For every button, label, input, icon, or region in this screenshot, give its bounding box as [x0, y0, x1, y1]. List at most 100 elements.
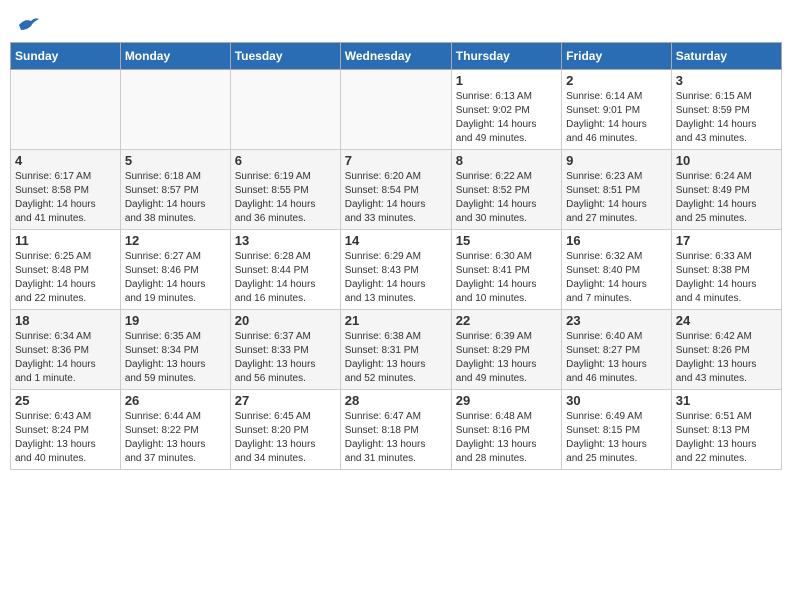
- day-info: Sunrise: 6:23 AM Sunset: 8:51 PM Dayligh…: [566, 170, 667, 226]
- day-number: 6: [235, 153, 336, 168]
- calendar-header: SundayMondayTuesdayWednesdayThursdayFrid…: [11, 43, 782, 70]
- calendar-cell: 10 Sunrise: 6:24 AM Sunset: 8:49 PM Dayli…: [671, 150, 781, 230]
- day-number: 9: [566, 153, 667, 168]
- calendar-cell: 16 Sunrise: 6:32 AM Sunset: 8:40 PM Dayli…: [562, 230, 672, 310]
- day-info: Sunrise: 6:33 AM Sunset: 8:38 PM Dayligh…: [676, 250, 777, 306]
- calendar-cell: 13 Sunrise: 6:28 AM Sunset: 8:44 PM Dayli…: [230, 230, 340, 310]
- day-info: Sunrise: 6:48 AM Sunset: 8:16 PM Dayligh…: [456, 410, 557, 466]
- day-info: Sunrise: 6:22 AM Sunset: 8:52 PM Dayligh…: [456, 170, 557, 226]
- day-number: 10: [676, 153, 777, 168]
- day-number: 25: [15, 393, 116, 408]
- weekday-header-thursday: Thursday: [451, 43, 561, 70]
- day-info: Sunrise: 6:17 AM Sunset: 8:58 PM Dayligh…: [15, 170, 116, 226]
- day-number: 4: [15, 153, 116, 168]
- calendar-cell: [11, 70, 121, 150]
- calendar-cell: 26 Sunrise: 6:44 AM Sunset: 8:22 PM Dayli…: [120, 390, 230, 470]
- day-info: Sunrise: 6:49 AM Sunset: 8:15 PM Dayligh…: [566, 410, 667, 466]
- day-number: 28: [345, 393, 447, 408]
- day-number: 24: [676, 313, 777, 328]
- day-number: 20: [235, 313, 336, 328]
- day-number: 17: [676, 233, 777, 248]
- day-info: Sunrise: 6:28 AM Sunset: 8:44 PM Dayligh…: [235, 250, 336, 306]
- calendar-cell: 11 Sunrise: 6:25 AM Sunset: 8:48 PM Dayli…: [11, 230, 121, 310]
- day-info: Sunrise: 6:43 AM Sunset: 8:24 PM Dayligh…: [15, 410, 116, 466]
- day-info: Sunrise: 6:32 AM Sunset: 8:40 PM Dayligh…: [566, 250, 667, 306]
- calendar-table: SundayMondayTuesdayWednesdayThursdayFrid…: [10, 42, 782, 470]
- calendar-cell: 5 Sunrise: 6:18 AM Sunset: 8:57 PM Daylig…: [120, 150, 230, 230]
- day-info: Sunrise: 6:20 AM Sunset: 8:54 PM Dayligh…: [345, 170, 447, 226]
- day-info: Sunrise: 6:47 AM Sunset: 8:18 PM Dayligh…: [345, 410, 447, 466]
- day-info: Sunrise: 6:39 AM Sunset: 8:29 PM Dayligh…: [456, 330, 557, 386]
- calendar-cell: 7 Sunrise: 6:20 AM Sunset: 8:54 PM Daylig…: [340, 150, 451, 230]
- logo: [15, 15, 39, 32]
- calendar-cell: [120, 70, 230, 150]
- day-number: 18: [15, 313, 116, 328]
- day-info: Sunrise: 6:35 AM Sunset: 8:34 PM Dayligh…: [125, 330, 226, 386]
- day-info: Sunrise: 6:14 AM Sunset: 9:01 PM Dayligh…: [566, 90, 667, 146]
- day-number: 13: [235, 233, 336, 248]
- day-number: 27: [235, 393, 336, 408]
- calendar-week-4: 18 Sunrise: 6:34 AM Sunset: 8:36 PM Dayli…: [11, 310, 782, 390]
- weekday-header-friday: Friday: [562, 43, 672, 70]
- day-number: 14: [345, 233, 447, 248]
- day-number: 26: [125, 393, 226, 408]
- day-number: 2: [566, 73, 667, 88]
- calendar-cell: 4 Sunrise: 6:17 AM Sunset: 8:58 PM Daylig…: [11, 150, 121, 230]
- calendar-cell: 9 Sunrise: 6:23 AM Sunset: 8:51 PM Daylig…: [562, 150, 672, 230]
- calendar-week-5: 25 Sunrise: 6:43 AM Sunset: 8:24 PM Dayli…: [11, 390, 782, 470]
- day-number: 11: [15, 233, 116, 248]
- day-number: 23: [566, 313, 667, 328]
- calendar-cell: 24 Sunrise: 6:42 AM Sunset: 8:26 PM Dayli…: [671, 310, 781, 390]
- day-info: Sunrise: 6:24 AM Sunset: 8:49 PM Dayligh…: [676, 170, 777, 226]
- day-number: 29: [456, 393, 557, 408]
- day-info: Sunrise: 6:40 AM Sunset: 8:27 PM Dayligh…: [566, 330, 667, 386]
- calendar-cell: 3 Sunrise: 6:15 AM Sunset: 8:59 PM Daylig…: [671, 70, 781, 150]
- calendar-cell: 8Sunrise: 6:22 AM Sunset: 8:52 PM Daylig…: [451, 150, 561, 230]
- day-info: Sunrise: 6:42 AM Sunset: 8:26 PM Dayligh…: [676, 330, 777, 386]
- day-number: 19: [125, 313, 226, 328]
- calendar-cell: 22Sunrise: 6:39 AM Sunset: 8:29 PM Dayli…: [451, 310, 561, 390]
- weekday-header-wednesday: Wednesday: [340, 43, 451, 70]
- calendar-cell: 25 Sunrise: 6:43 AM Sunset: 8:24 PM Dayli…: [11, 390, 121, 470]
- calendar-cell: 28 Sunrise: 6:47 AM Sunset: 8:18 PM Dayli…: [340, 390, 451, 470]
- page-header: [10, 10, 782, 32]
- calendar-cell: 19 Sunrise: 6:35 AM Sunset: 8:34 PM Dayli…: [120, 310, 230, 390]
- calendar-cell: [230, 70, 340, 150]
- calendar-cell: 17 Sunrise: 6:33 AM Sunset: 8:38 PM Dayli…: [671, 230, 781, 310]
- calendar-cell: 18 Sunrise: 6:34 AM Sunset: 8:36 PM Dayli…: [11, 310, 121, 390]
- calendar-cell: 2 Sunrise: 6:14 AM Sunset: 9:01 PM Daylig…: [562, 70, 672, 150]
- day-info: Sunrise: 6:44 AM Sunset: 8:22 PM Dayligh…: [125, 410, 226, 466]
- logo-bird-icon: [17, 16, 39, 34]
- day-info: Sunrise: 6:15 AM Sunset: 8:59 PM Dayligh…: [676, 90, 777, 146]
- day-info: Sunrise: 6:18 AM Sunset: 8:57 PM Dayligh…: [125, 170, 226, 226]
- calendar-week-3: 11 Sunrise: 6:25 AM Sunset: 8:48 PM Dayli…: [11, 230, 782, 310]
- calendar-cell: 15 Sunrise: 6:30 AM Sunset: 8:41 PM Dayli…: [451, 230, 561, 310]
- day-number: 12: [125, 233, 226, 248]
- day-info: Sunrise: 6:13 AM Sunset: 9:02 PM Dayligh…: [456, 90, 557, 146]
- calendar-week-2: 4 Sunrise: 6:17 AM Sunset: 8:58 PM Daylig…: [11, 150, 782, 230]
- calendar-cell: 30Sunrise: 6:49 AM Sunset: 8:15 PM Dayli…: [562, 390, 672, 470]
- calendar-cell: 21Sunrise: 6:38 AM Sunset: 8:31 PM Dayli…: [340, 310, 451, 390]
- day-info: Sunrise: 6:34 AM Sunset: 8:36 PM Dayligh…: [15, 330, 116, 386]
- day-number: 16: [566, 233, 667, 248]
- calendar-cell: 23 Sunrise: 6:40 AM Sunset: 8:27 PM Dayli…: [562, 310, 672, 390]
- day-number: 31: [676, 393, 777, 408]
- calendar-cell: 27 Sunrise: 6:45 AM Sunset: 8:20 PM Dayli…: [230, 390, 340, 470]
- day-info: Sunrise: 6:38 AM Sunset: 8:31 PM Dayligh…: [345, 330, 447, 386]
- day-info: Sunrise: 6:30 AM Sunset: 8:41 PM Dayligh…: [456, 250, 557, 306]
- day-number: 7: [345, 153, 447, 168]
- day-info: Sunrise: 6:25 AM Sunset: 8:48 PM Dayligh…: [15, 250, 116, 306]
- day-number: 3: [676, 73, 777, 88]
- calendar-cell: 20Sunrise: 6:37 AM Sunset: 8:33 PM Dayli…: [230, 310, 340, 390]
- weekday-header-tuesday: Tuesday: [230, 43, 340, 70]
- day-info: Sunrise: 6:29 AM Sunset: 8:43 PM Dayligh…: [345, 250, 447, 306]
- day-info: Sunrise: 6:51 AM Sunset: 8:13 PM Dayligh…: [676, 410, 777, 466]
- day-number: 5: [125, 153, 226, 168]
- weekday-header-sunday: Sunday: [11, 43, 121, 70]
- day-info: Sunrise: 6:45 AM Sunset: 8:20 PM Dayligh…: [235, 410, 336, 466]
- weekday-header-saturday: Saturday: [671, 43, 781, 70]
- day-number: 15: [456, 233, 557, 248]
- calendar-week-1: 1Sunrise: 6:13 AM Sunset: 9:02 PM Daylig…: [11, 70, 782, 150]
- logo-text: [15, 15, 39, 34]
- calendar-cell: 12Sunrise: 6:27 AM Sunset: 8:46 PM Dayli…: [120, 230, 230, 310]
